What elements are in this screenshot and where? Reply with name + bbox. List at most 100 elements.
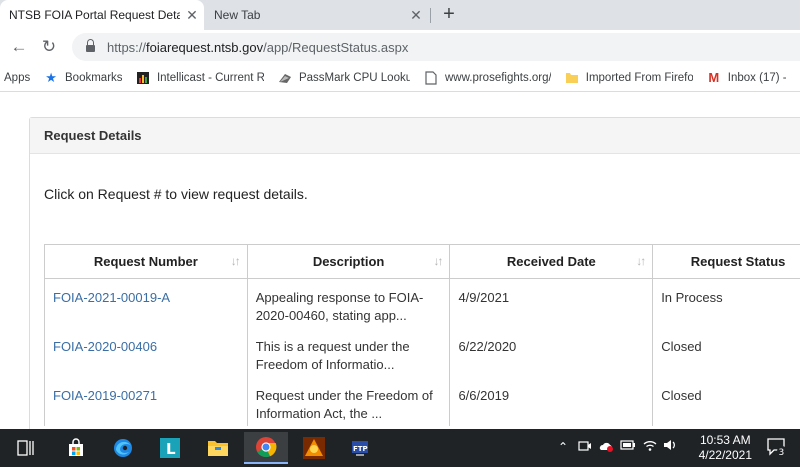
bookmark-label: PassMark CPU Looku — [298, 71, 410, 84]
page-icon — [424, 70, 438, 85]
bookmark-imported-from-firefox[interactable]: Imported From Firefo — [565, 71, 693, 85]
ftp-client-icon[interactable]: FTP — [338, 432, 382, 464]
description-line: Request under the Freedom of — [255, 387, 433, 403]
file-explorer-icon[interactable] — [196, 432, 240, 464]
received-date-cell: 6/22/2020 — [449, 327, 654, 377]
description-line: 2020-00460, stating app... — [255, 308, 407, 323]
bookmarks-bar: Apps ★ Bookmarks Intellicast - Current R… — [0, 64, 800, 92]
panel-heading: Request Details — [30, 118, 800, 154]
sort-icon[interactable]: ↓↑ — [231, 254, 241, 268]
notification-count: 3 — [779, 448, 785, 457]
bookmark-label: Intellicast - Current R — [156, 71, 264, 84]
edge-icon[interactable] — [101, 432, 145, 464]
folder-icon — [565, 71, 579, 85]
requests-table: Request Number ↓↑ Description ↓↑ Received … — [44, 244, 800, 426]
request-status-cell: Closed — [652, 327, 800, 377]
column-label: Request Status — [690, 254, 786, 269]
table-header-row: Request Number ↓↑ Description ↓↑ Received … — [44, 244, 800, 279]
bookmark-gmail-inbox[interactable]: M Inbox (17) - — [707, 71, 786, 85]
back-arrow-icon[interactable]: ← — [6, 34, 32, 60]
clock-time: 10:53 AM — [699, 433, 751, 447]
svg-text:L: L — [166, 440, 176, 458]
table-row: FOIA-2020-00406 This is a request under … — [44, 327, 800, 377]
request-status-cell: Closed — [652, 376, 800, 426]
bookmark-label: Imported From Firefo — [585, 71, 693, 84]
url-scheme: https:// — [107, 39, 147, 55]
tab-separator — [430, 8, 431, 23]
description-cell: This is a request under the Freedom of In… — [246, 327, 451, 377]
tab-title: NTSB FOIA Portal Request Detail — [9, 8, 180, 22]
request-number-cell: FOIA-2019-00271 — [44, 376, 248, 426]
windows-taskbar: L FTP ⌃ 10:53 AM 4/22/2021 3 — [0, 429, 800, 467]
column-header-description[interactable]: Description ↓↑ — [246, 244, 451, 279]
table-row: FOIA-2021-00019-A Appealing response to … — [44, 278, 800, 328]
description-line: Appealing response to FOIA- — [255, 290, 424, 305]
sort-icon[interactable]: ↓↑ — [636, 254, 646, 268]
bookmark-label: www.prosefights.org/ — [444, 71, 551, 84]
address-bar[interactable]: https://foiarequest.ntsb.gov/app/Request… — [72, 33, 800, 61]
url-host: foiarequest.ntsb.gov — [146, 39, 264, 55]
volume-icon[interactable] — [662, 438, 678, 455]
microsoft-store-icon[interactable] — [54, 432, 98, 464]
svg-text:FTP: FTP — [353, 445, 368, 453]
browser-toolbar: ← ↻ https://foiarequest.ntsb.gov/app/Req… — [0, 30, 800, 64]
column-label: Request Number — [93, 254, 198, 269]
action-center-icon[interactable]: 3 — [766, 437, 788, 460]
tab-title: New Tab — [214, 8, 261, 22]
bookmark-bookmarks[interactable]: ★ Bookmarks — [44, 71, 122, 85]
received-date-cell: 6/6/2019 — [449, 376, 654, 426]
bookmark-label: Bookmarks — [65, 71, 122, 84]
chrome-icon[interactable] — [244, 432, 288, 464]
meet-now-icon[interactable] — [578, 439, 592, 456]
close-icon[interactable]: ✕ — [180, 7, 204, 24]
table-row: FOIA-2019-00271 Request under the Freedo… — [44, 376, 800, 426]
description-cell: Request under the Freedom of Information … — [246, 376, 451, 426]
description-line: Freedom of Informatio... — [255, 356, 395, 372]
page-content: Request Details Click on Request # to vi… — [0, 93, 800, 429]
launcher-l-icon[interactable]: L — [148, 432, 192, 464]
url-text: https://foiarequest.ntsb.gov/app/Request… — [107, 40, 408, 55]
star-icon: ★ — [45, 70, 57, 85]
bookmark-label: Inbox (17) - — [727, 71, 786, 84]
wifi-icon[interactable] — [642, 438, 658, 455]
lock-icon — [86, 39, 95, 52]
received-date-cell: 4/9/2021 — [449, 278, 654, 328]
taskbar-clock[interactable]: 10:53 AM 4/22/2021 — [699, 433, 752, 463]
tab-new-tab[interactable]: New Tab ✕ — [205, 0, 428, 30]
onedrive-error-icon[interactable] — [598, 439, 614, 456]
task-view-icon[interactable] — [6, 432, 46, 464]
tab-strip: NTSB FOIA Portal Request Detail ✕ New Ta… — [0, 0, 800, 30]
game-app-icon[interactable] — [292, 432, 336, 464]
column-label: Received Date — [506, 254, 596, 269]
description-cell: Appealing response to FOIA- 2020-00460, s… — [246, 278, 451, 328]
request-number-link[interactable]: FOIA-2021-00019-A — [53, 290, 170, 305]
column-header-request-number[interactable]: Request Number ↓↑ — [44, 244, 248, 279]
request-details-panel: Request Details Click on Request # to vi… — [29, 117, 800, 429]
bookmark-label: Apps — [4, 71, 31, 84]
description-line: This is a request under the — [255, 338, 410, 354]
system-tray: ⌃ 10:53 AM 4/22/2021 3 — [540, 429, 800, 467]
clock-date: 4/22/2021 — [698, 448, 752, 462]
request-status-cell: In Process — [652, 278, 800, 328]
request-number-link[interactable]: FOIA-2019-00271 — [53, 388, 157, 403]
battery-icon[interactable] — [620, 439, 636, 454]
passmark-icon — [278, 71, 292, 85]
instructions-text: Click on Request # to view request detai… — [44, 186, 308, 202]
request-number-cell: FOIA-2021-00019-A — [44, 278, 248, 328]
request-number-link[interactable]: FOIA-2020-00406 — [53, 339, 157, 354]
intellicast-icon — [136, 71, 150, 85]
tab-ntsb-foia[interactable]: NTSB FOIA Portal Request Detail ✕ — [0, 0, 204, 30]
bookmark-passmark[interactable]: PassMark CPU Looku — [278, 71, 410, 85]
bookmark-prosefights[interactable]: www.prosefights.org/ — [424, 70, 551, 85]
chevron-up-icon[interactable]: ⌃ — [558, 440, 568, 454]
request-number-cell: FOIA-2020-00406 — [44, 327, 248, 377]
close-icon[interactable]: ✕ — [404, 7, 428, 24]
sort-icon[interactable]: ↓↑ — [433, 254, 443, 268]
column-header-request-status[interactable]: Request Status — [652, 244, 800, 279]
new-tab-button[interactable]: + — [437, 3, 461, 27]
bookmark-intellicast[interactable]: Intellicast - Current R — [136, 71, 264, 85]
url-path: /app/RequestStatus.aspx — [263, 39, 409, 55]
bookmark-apps[interactable]: Apps — [4, 72, 30, 84]
reload-icon[interactable]: ↻ — [36, 34, 62, 60]
column-header-received-date[interactable]: Received Date ↓↑ — [449, 244, 654, 279]
